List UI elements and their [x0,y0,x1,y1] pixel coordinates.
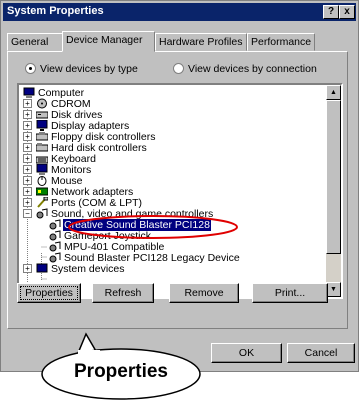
tab-device-manager[interactable]: Device Manager [62,31,155,52]
callout-balloon [41,332,201,400]
callout-label: Properties [74,361,168,382]
